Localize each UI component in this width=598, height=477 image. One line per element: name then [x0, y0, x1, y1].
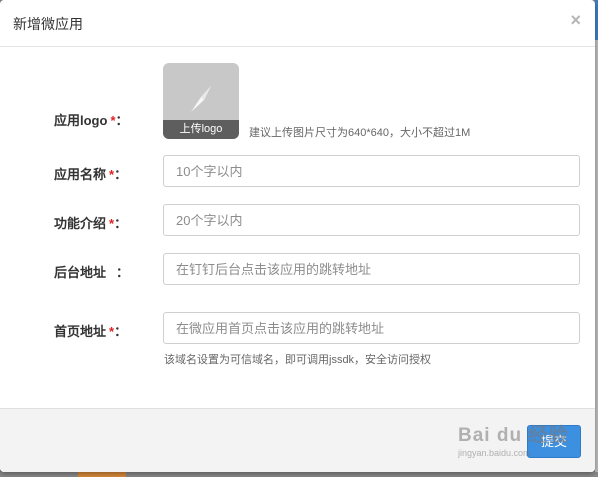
label-colon: ： — [114, 167, 128, 182]
label-colon: ： — [114, 216, 128, 231]
admin-url-label-group: 后台地址 ： — [54, 262, 134, 281]
admin-url-input[interactable] — [163, 253, 580, 285]
dialog-header: 新增微应用 × — [0, 0, 595, 47]
logo-upload-button[interactable]: 上传logo — [163, 63, 239, 139]
logo-label-group: 应用logo *： — [54, 110, 134, 129]
intro-input[interactable] — [163, 204, 580, 236]
logo-hint: 建议上传图片尺寸为640*640，大小不超过1M — [249, 127, 471, 139]
home-url-label-group: 首页地址 *： — [54, 321, 134, 340]
submit-button[interactable]: 提交 — [527, 425, 581, 458]
home-url-hint: 该域名设置为可信域名，即可调用jssdk，安全访问授权 — [164, 354, 432, 366]
home-url-input[interactable] — [163, 312, 580, 344]
name-label-group: 应用名称 *： — [54, 164, 134, 183]
app-name-input[interactable] — [163, 155, 580, 187]
logo-label: 应用logo — [54, 113, 108, 128]
label-colon: ： — [115, 113, 129, 128]
intro-label: 功能介绍 — [54, 216, 107, 231]
label-colon: ： — [116, 265, 130, 280]
new-micro-app-dialog: 新增微应用 × 应用logo *： 上传logo 建议上传图片尺寸为640*640… — [0, 0, 595, 472]
label-colon: ： — [114, 324, 128, 339]
dialog-title: 新增微应用 — [13, 16, 83, 32]
dialog-footer: 提交 — [0, 408, 595, 472]
compass-icon — [191, 86, 211, 112]
home-url-label: 首页地址 — [54, 324, 107, 339]
upload-caption: 上传logo — [163, 120, 239, 139]
intro-label-group: 功能介绍 *： — [54, 213, 134, 232]
close-icon[interactable]: × — [570, 10, 581, 30]
name-label: 应用名称 — [54, 167, 107, 182]
admin-url-label: 后台地址 — [54, 265, 107, 280]
